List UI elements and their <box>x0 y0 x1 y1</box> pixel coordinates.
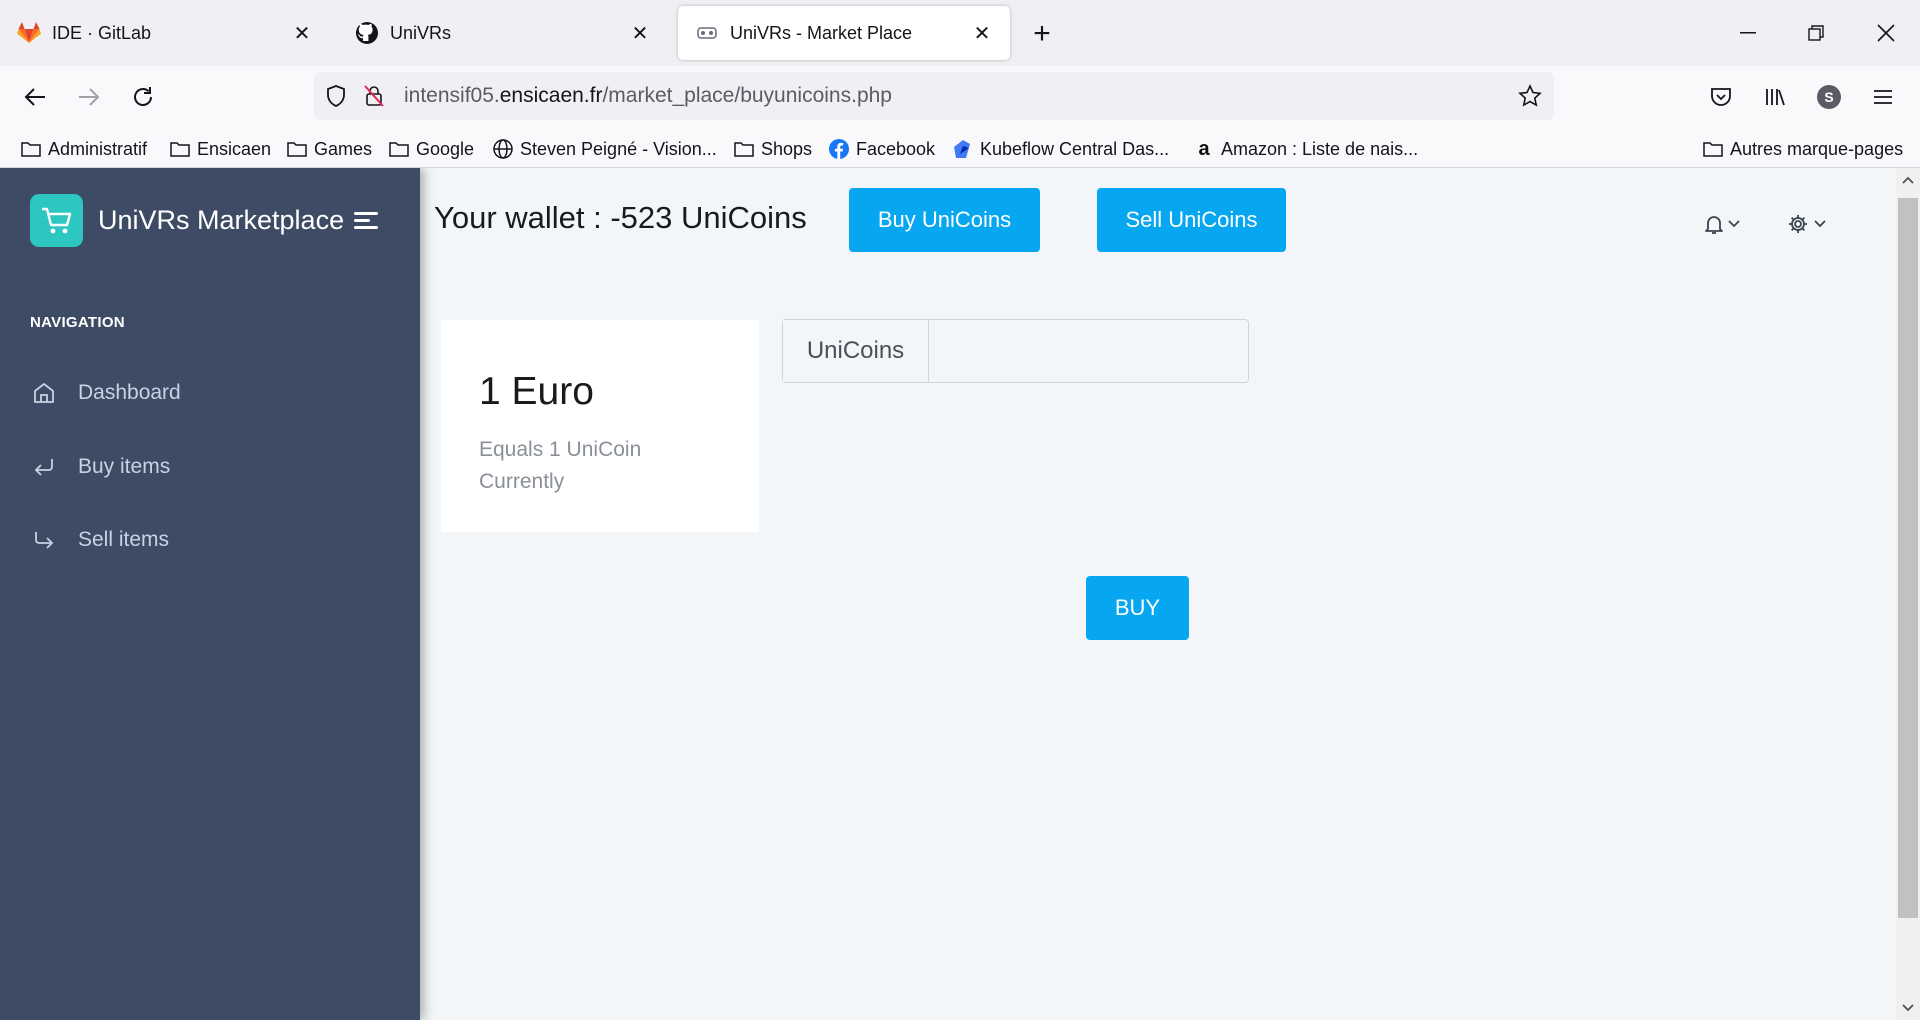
new-tab-button[interactable]: + <box>1022 16 1062 52</box>
bookmark-label: Shops <box>761 138 813 159</box>
bookmarks-bar: Administratif Ensicaen Games Google Stev… <box>0 128 1920 168</box>
url-domain: ensicaen.fr <box>499 84 603 107</box>
folder-icon <box>286 138 308 160</box>
page-content: UniVRs Marketplace NAVIGATION Dashboard … <box>0 168 1920 1020</box>
bookmark-games[interactable]: Games <box>286 136 372 162</box>
return-arrow-icon <box>30 453 58 481</box>
close-icon[interactable]: ✕ <box>970 21 994 45</box>
gitlab-icon <box>16 20 42 46</box>
folder-icon <box>388 138 410 160</box>
tab-gitlab[interactable]: IDE · GitLab ✕ <box>0 6 330 60</box>
bookmark-label: Games <box>314 138 373 159</box>
url-prefix: intensif05. <box>404 84 500 107</box>
scrollbar-thumb[interactable] <box>1898 198 1918 918</box>
bookmark-amazon[interactable]: a Amazon : Liste de nais... <box>1193 136 1418 162</box>
settings-gear-icon[interactable] <box>1786 208 1832 240</box>
buy-button[interactable]: BUY <box>1086 576 1189 640</box>
browser-nav-bar: intensif05.ensicaen.fr/market_place/buyu… <box>0 66 1920 128</box>
kubeflow-icon <box>952 138 974 160</box>
restore-button[interactable] <box>1792 12 1840 54</box>
sidebar-item-buy-items[interactable]: Buy items <box>30 447 170 487</box>
globe-icon <box>492 138 514 160</box>
other-bookmarks-folder[interactable]: Autres marque-pages <box>1702 136 1903 162</box>
bookmark-label: Kubeflow Central Das... <box>980 138 1170 159</box>
tab-label: UniVRs - Market Place <box>730 22 913 43</box>
buy-unicoins-button[interactable]: Buy UniCoins <box>849 188 1040 252</box>
url-path: /market_place/buyunicoins.php <box>602 84 892 107</box>
sidebar-item-label: Sell items <box>78 528 170 551</box>
sidebar: UniVRs Marketplace NAVIGATION Dashboard … <box>0 168 420 1020</box>
sidebar-item-label: Buy items <box>78 455 171 478</box>
bookmark-steven-peigne[interactable]: Steven Peigné - Vision... <box>492 136 717 162</box>
minimize-button[interactable] <box>1724 12 1772 54</box>
bookmark-label: Steven Peigné - Vision... <box>520 138 717 159</box>
sidebar-item-sell-items[interactable]: Sell items <box>30 520 169 560</box>
menu-toggle-icon[interactable] <box>354 210 382 232</box>
scroll-down-arrow-icon[interactable] <box>1896 996 1920 1020</box>
vertical-scrollbar[interactable] <box>1896 168 1920 1020</box>
tab-univrs-github[interactable]: UniVRs ✕ <box>338 6 668 60</box>
rate-card-subtitle: Equals 1 UniCoin Currently <box>479 434 739 498</box>
sidebar-item-label: Dashboard <box>78 381 181 404</box>
tab-market-place[interactable]: UniVRs - Market Place ✕ <box>678 6 1010 60</box>
rate-card-subtitle-line1: Equals 1 UniCoin <box>479 438 642 461</box>
exchange-rate-card: 1 Euro Equals 1 UniCoin Currently <box>441 320 759 532</box>
bookmark-administratif[interactable]: Administratif <box>20 136 147 162</box>
bookmark-label: Facebook <box>856 138 936 159</box>
unicoins-amount-input[interactable] <box>929 320 1248 382</box>
brand[interactable]: UniVRs Marketplace <box>30 194 344 247</box>
library-icon[interactable] <box>1756 78 1794 116</box>
bookmark-ensicaen[interactable]: Ensicaen <box>169 136 271 162</box>
account-avatar[interactable]: S <box>1810 78 1848 116</box>
brand-name: UniVRs Marketplace <box>98 205 345 235</box>
tab-label: UniVRs <box>390 22 452 43</box>
tab-label: IDE · GitLab <box>52 22 152 43</box>
unicoins-addon-label: UniCoins <box>783 320 929 382</box>
home-icon <box>30 379 58 407</box>
vr-headset-icon <box>694 20 720 46</box>
bookmark-label: Amazon : Liste de nais... <box>1221 138 1419 159</box>
bookmark-label: Ensicaen <box>197 138 272 159</box>
wallet-balance: Your wallet : -523 UniCoins <box>434 200 807 235</box>
facebook-icon <box>828 138 850 160</box>
url-text: intensif05.ensicaen.fr/market_place/buyu… <box>404 84 892 108</box>
close-icon[interactable]: ✕ <box>628 21 652 45</box>
sidebar-item-dashboard[interactable]: Dashboard <box>30 373 181 413</box>
bookmark-label: Administratif <box>48 138 148 159</box>
nav-heading: NAVIGATION <box>30 314 125 331</box>
amazon-icon: a <box>1198 137 1210 160</box>
profile-initial: S <box>1817 85 1841 109</box>
rate-card-title: 1 Euro <box>479 370 594 413</box>
sell-unicoins-button[interactable]: Sell UniCoins <box>1097 188 1286 252</box>
bookmark-label: Autres marque-pages <box>1730 138 1904 159</box>
url-bar[interactable]: intensif05.ensicaen.fr/market_place/buyu… <box>314 72 1554 120</box>
rate-card-subtitle-line2: Currently <box>479 470 565 493</box>
down-right-arrow-icon <box>30 526 58 554</box>
folder-icon <box>20 138 42 160</box>
folder-icon <box>169 138 191 160</box>
bookmark-star-icon[interactable] <box>1516 82 1544 110</box>
close-icon[interactable]: ✕ <box>290 21 314 45</box>
pocket-icon[interactable] <box>1702 78 1740 116</box>
insecure-lock-icon[interactable] <box>360 82 388 110</box>
hamburger-menu-icon[interactable] <box>1864 78 1902 116</box>
forward-button[interactable] <box>70 78 108 116</box>
shield-icon[interactable] <box>322 82 350 110</box>
back-button[interactable] <box>16 78 54 116</box>
scroll-up-arrow-icon[interactable] <box>1896 168 1920 192</box>
folder-icon <box>1702 138 1724 160</box>
github-icon <box>354 20 380 46</box>
unicoins-input-group: UniCoins <box>782 319 1249 383</box>
folder-icon <box>733 138 755 160</box>
close-window-button[interactable] <box>1862 12 1910 54</box>
bookmark-kubeflow[interactable]: Kubeflow Central Das... <box>952 136 1169 162</box>
notifications-bell-icon[interactable] <box>1702 208 1748 240</box>
shopping-cart-icon <box>30 194 83 247</box>
bookmark-label: Google <box>416 138 475 159</box>
bookmark-shops[interactable]: Shops <box>733 136 812 162</box>
browser-tab-strip: IDE · GitLab ✕ UniVRs ✕ UniVRs - Market … <box>0 0 1920 66</box>
reload-button[interactable] <box>124 78 162 116</box>
bookmark-google[interactable]: Google <box>388 136 474 162</box>
bookmark-facebook[interactable]: Facebook <box>828 136 935 162</box>
